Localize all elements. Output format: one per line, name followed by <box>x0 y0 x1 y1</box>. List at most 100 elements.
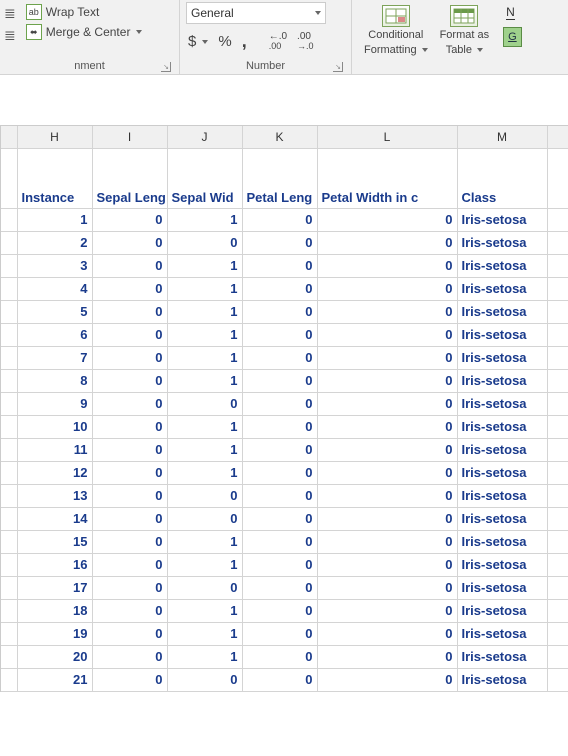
cell[interactable] <box>547 576 568 599</box>
cell-sepal-length[interactable]: 0 <box>92 300 167 323</box>
cell-sepal-length[interactable]: 0 <box>92 415 167 438</box>
cell-petal-width[interactable]: 0 <box>317 392 457 415</box>
cell-sepal-length[interactable]: 0 <box>92 576 167 599</box>
cell-petal-width[interactable]: 0 <box>317 231 457 254</box>
cell-petal-length[interactable]: 0 <box>242 208 317 231</box>
cell[interactable] <box>1 148 17 208</box>
cell[interactable] <box>547 415 568 438</box>
cell[interactable] <box>1 668 17 691</box>
cell-petal-length[interactable]: 0 <box>242 415 317 438</box>
cell-class[interactable]: Iris-setosa <box>457 300 547 323</box>
cell-sepal-width[interactable]: 0 <box>167 507 242 530</box>
cell-petal-width[interactable]: 0 <box>317 668 457 691</box>
cell-sepal-width[interactable]: 1 <box>167 254 242 277</box>
cell-petal-length[interactable]: 0 <box>242 392 317 415</box>
cell[interactable] <box>547 300 568 323</box>
cell[interactable] <box>1 369 17 392</box>
cell-class[interactable]: Iris-setosa <box>457 553 547 576</box>
cell-sepal-width[interactable]: 1 <box>167 438 242 461</box>
cell-sepal-length[interactable]: 0 <box>92 461 167 484</box>
cell-sepal-length[interactable]: 0 <box>92 231 167 254</box>
cell-class[interactable]: Iris-setosa <box>457 668 547 691</box>
cell[interactable] <box>1 392 17 415</box>
cell[interactable] <box>1 507 17 530</box>
cell-class[interactable]: Iris-setosa <box>457 231 547 254</box>
cell-instance[interactable]: 14 <box>17 507 92 530</box>
cell-sepal-width[interactable]: 0 <box>167 484 242 507</box>
cell[interactable] <box>547 208 568 231</box>
header-sepal-width[interactable]: Sepal Wid <box>167 148 242 208</box>
format-as-table-button[interactable]: Format as Table <box>434 2 496 59</box>
header-petal-width[interactable]: Petal Width in c <box>317 148 457 208</box>
cell[interactable] <box>1 208 17 231</box>
cell-instance[interactable]: 1 <box>17 208 92 231</box>
outdent-icon[interactable]: ≣ <box>4 27 16 44</box>
cell[interactable] <box>1 231 17 254</box>
cell-sepal-width[interactable]: 1 <box>167 530 242 553</box>
cell-sepal-length[interactable]: 0 <box>92 645 167 668</box>
cell-petal-width[interactable]: 0 <box>317 415 457 438</box>
cell-petal-length[interactable]: 0 <box>242 323 317 346</box>
cell-petal-width[interactable]: 0 <box>317 553 457 576</box>
cell-sepal-width[interactable]: 1 <box>167 300 242 323</box>
cell-sepal-length[interactable]: 0 <box>92 438 167 461</box>
cell-instance[interactable]: 15 <box>17 530 92 553</box>
cell[interactable] <box>1 645 17 668</box>
cell-petal-width[interactable]: 0 <box>317 323 457 346</box>
cell-sepal-length[interactable]: 0 <box>92 553 167 576</box>
cell-sepal-width[interactable]: 1 <box>167 553 242 576</box>
cell-petal-length[interactable]: 0 <box>242 645 317 668</box>
cell-petal-length[interactable]: 0 <box>242 277 317 300</box>
cell-class[interactable]: Iris-setosa <box>457 484 547 507</box>
cell-instance[interactable]: 13 <box>17 484 92 507</box>
cell-sepal-width[interactable]: 1 <box>167 599 242 622</box>
cell-petal-length[interactable]: 0 <box>242 553 317 576</box>
cell[interactable] <box>1 484 17 507</box>
cell-sepal-length[interactable]: 0 <box>92 323 167 346</box>
cell[interactable] <box>547 277 568 300</box>
cell-petal-length[interactable]: 0 <box>242 300 317 323</box>
cell-petal-length[interactable]: 0 <box>242 254 317 277</box>
cell-sepal-width[interactable]: 0 <box>167 231 242 254</box>
cell-instance[interactable]: 16 <box>17 553 92 576</box>
cell-petal-length[interactable]: 0 <box>242 346 317 369</box>
number-format-dropdown[interactable]: General <box>186 2 326 24</box>
cell-petal-width[interactable]: 0 <box>317 645 457 668</box>
increase-decimal-button[interactable]: ←.0.00 <box>267 30 289 53</box>
cell[interactable] <box>547 323 568 346</box>
cell-sepal-length[interactable]: 0 <box>92 530 167 553</box>
cell[interactable] <box>547 530 568 553</box>
cell-sepal-width[interactable]: 1 <box>167 277 242 300</box>
merge-center-button[interactable]: ⬌ Merge & Center <box>22 23 147 41</box>
cell[interactable] <box>1 346 17 369</box>
col-header-I[interactable]: I <box>92 126 167 148</box>
cell[interactable] <box>547 484 568 507</box>
cell-instance[interactable]: 17 <box>17 576 92 599</box>
cell-class[interactable]: Iris-setosa <box>457 323 547 346</box>
cell-class[interactable]: Iris-setosa <box>457 622 547 645</box>
cell[interactable] <box>1 622 17 645</box>
cell[interactable] <box>547 645 568 668</box>
cell[interactable] <box>547 438 568 461</box>
cell-sepal-width[interactable]: 1 <box>167 323 242 346</box>
cell[interactable] <box>547 553 568 576</box>
cell-sepal-length[interactable]: 0 <box>92 254 167 277</box>
cell-sepal-length[interactable]: 0 <box>92 392 167 415</box>
cell-class[interactable]: Iris-setosa <box>457 576 547 599</box>
cell-instance[interactable]: 8 <box>17 369 92 392</box>
cell-petal-width[interactable]: 0 <box>317 208 457 231</box>
notes-button[interactable]: N <box>503 3 522 22</box>
cell[interactable] <box>1 438 17 461</box>
percent-button[interactable]: % <box>216 31 233 52</box>
cell[interactable] <box>547 369 568 392</box>
cell[interactable] <box>1 323 17 346</box>
conditional-formatting-button[interactable]: Conditional Formatting <box>358 2 434 59</box>
cell[interactable] <box>547 461 568 484</box>
cell-petal-length[interactable]: 0 <box>242 507 317 530</box>
cell-petal-width[interactable]: 0 <box>317 576 457 599</box>
cell-class[interactable]: Iris-setosa <box>457 208 547 231</box>
decrease-decimal-button[interactable]: .00→.0 <box>295 30 316 53</box>
cell-class[interactable]: Iris-setosa <box>457 599 547 622</box>
cell-instance[interactable]: 20 <box>17 645 92 668</box>
cell-sepal-width[interactable]: 1 <box>167 622 242 645</box>
